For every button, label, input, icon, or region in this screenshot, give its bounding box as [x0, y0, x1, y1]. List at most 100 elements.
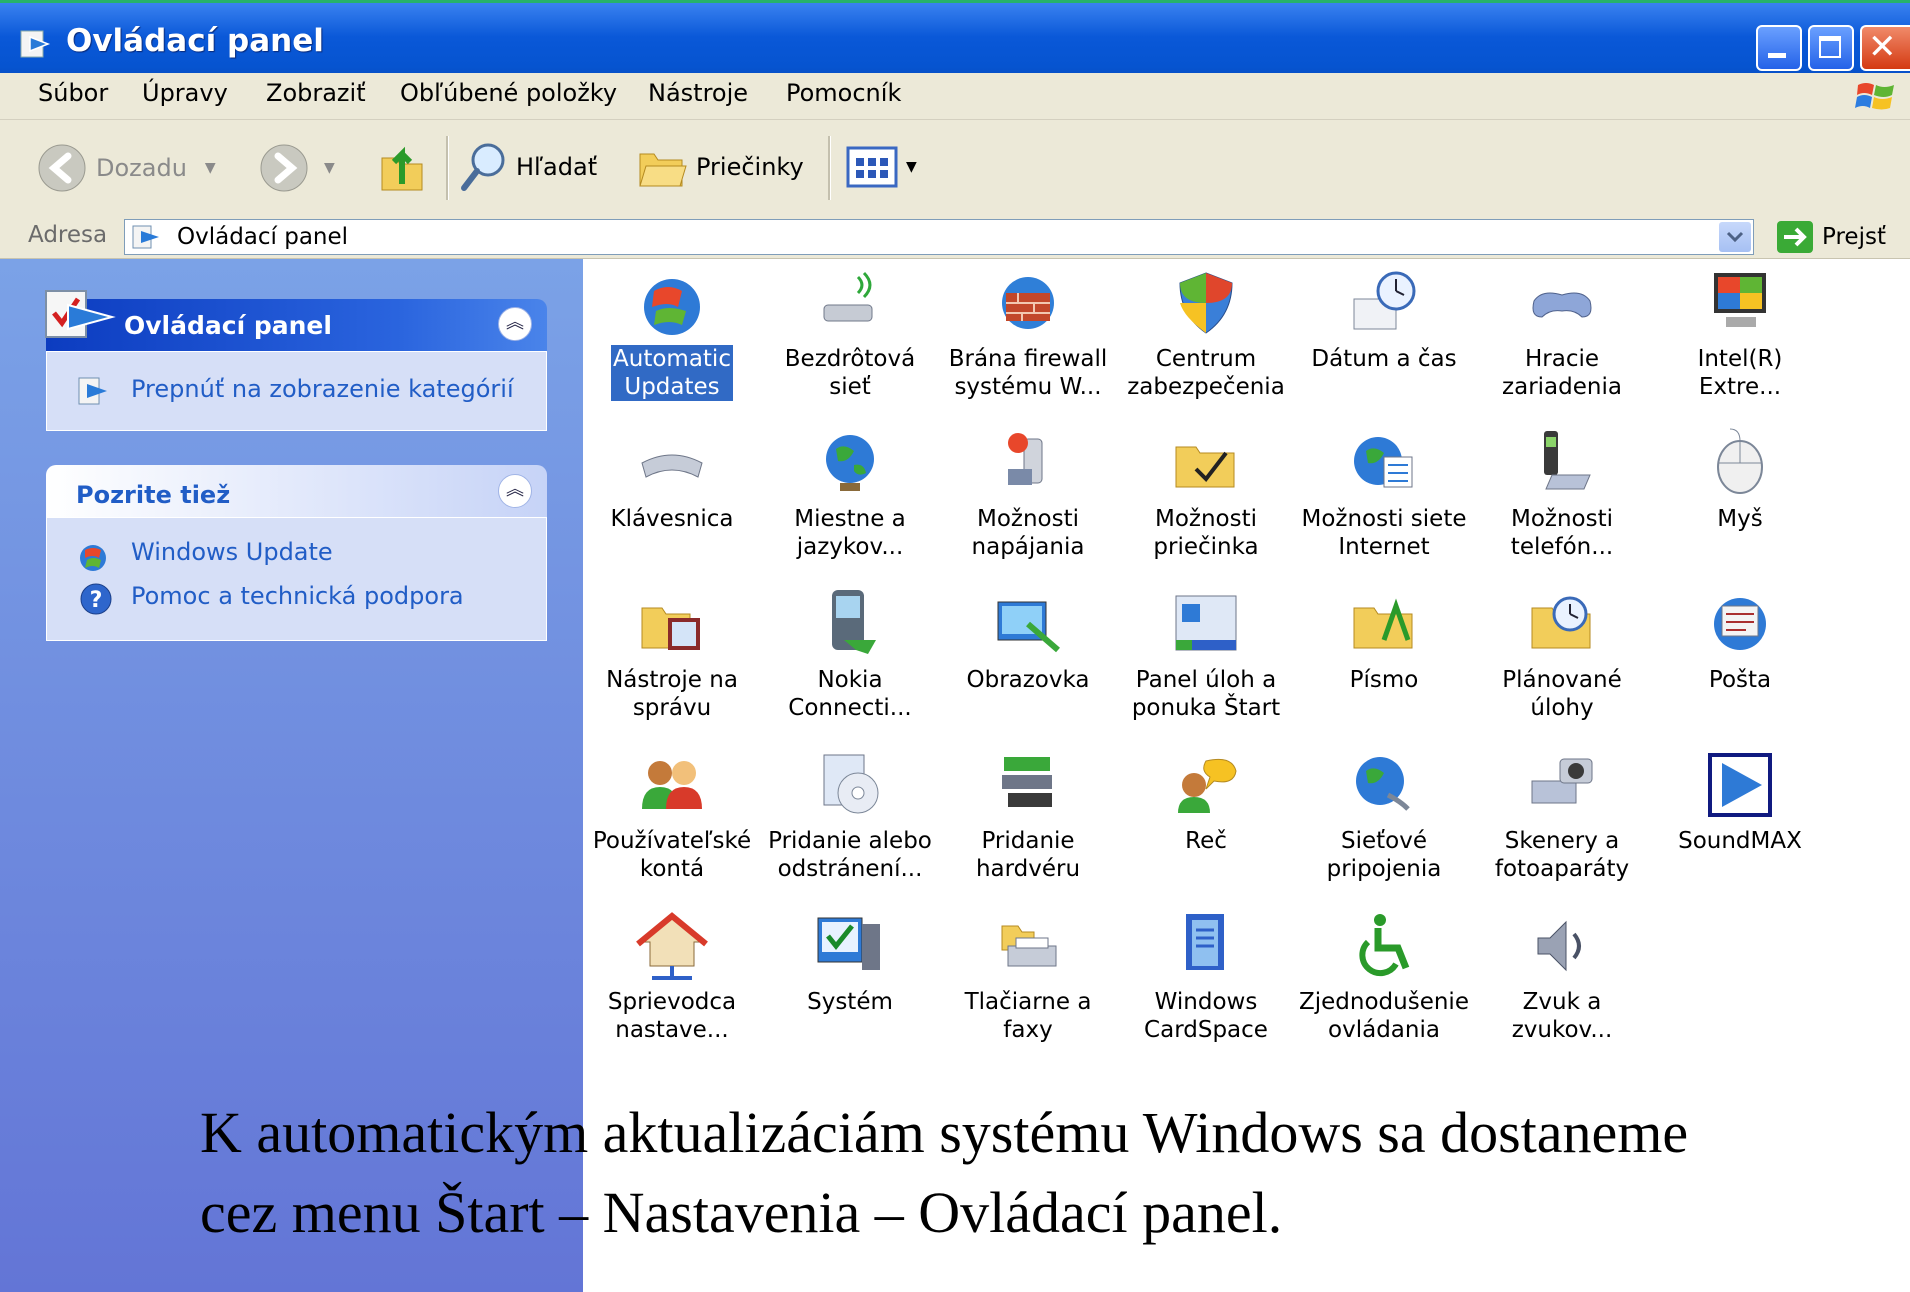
control-panel-box-body: Prepnúť na zobrazenie kategórií: [46, 351, 547, 431]
control-panel-item[interactable]: Hracie zariadenia: [1473, 263, 1651, 401]
back-arrow-icon: [38, 144, 86, 192]
close-button[interactable]: ✕: [1860, 25, 1910, 71]
control-panel-item[interactable]: Brána firewall systému W...: [939, 263, 1117, 401]
views-button[interactable]: ▼: [846, 146, 917, 188]
control-panel-item[interactable]: Zjednodušenie ovládania: [1295, 906, 1473, 1044]
control-panel-item[interactable]: Nokia Connecti...: [761, 584, 939, 722]
folders-button[interactable]: Priečinky: [636, 142, 804, 192]
forward-dropdown-icon[interactable]: ▼: [324, 160, 335, 176]
back-dropdown-icon[interactable]: ▼: [205, 160, 216, 176]
menu-bar: Súbor Úpravy Zobraziť Obľúbené položky N…: [0, 73, 1910, 120]
views-dropdown-icon: ▼: [906, 159, 917, 175]
address-dropdown-button[interactable]: [1719, 222, 1751, 252]
control-panel-item[interactable]: Intel(R) Extre...: [1651, 263, 1829, 401]
control-panel-item[interactable]: Plánované úlohy: [1473, 584, 1651, 722]
back-button[interactable]: Dozadu ▼: [36, 142, 216, 194]
item-label: Nokia Connecti...: [788, 667, 912, 721]
menu-tools[interactable]: Nástroje: [648, 79, 748, 107]
menu-favorites[interactable]: Obľúbené položky: [400, 79, 617, 107]
control-panel-item[interactable]: Možnosti telefón...: [1473, 423, 1651, 561]
control-panel-item[interactable]: Pridanie alebo odstránení...: [761, 745, 939, 883]
item-label: Nástroje na správu: [606, 667, 738, 721]
control-panel-large-icon: [45, 290, 116, 338]
power-options-icon: [988, 423, 1068, 503]
display-icon: [988, 584, 1068, 664]
help-icon: ?: [80, 583, 112, 615]
item-label: Systém: [807, 989, 893, 1015]
control-panel-item[interactable]: Myš: [1651, 423, 1829, 533]
control-panel-item[interactable]: Písmo: [1295, 584, 1473, 694]
control-panel-item[interactable]: Windows CardSpace: [1117, 906, 1295, 1044]
switch-to-category-view-link[interactable]: Prepnúť na zobrazenie kategórií: [131, 375, 514, 403]
address-field[interactable]: Ovládací panel: [124, 219, 1754, 255]
item-label: Tlačiarne a faxy: [964, 989, 1092, 1043]
control-panel-item[interactable]: Klávesnica: [583, 423, 761, 533]
firewall-icon: [988, 263, 1068, 343]
control-panel-item[interactable]: Pridanie hardvéru: [939, 745, 1117, 883]
item-label: Miestne a jazykov...: [794, 506, 906, 560]
intel-graphics-icon: [1700, 263, 1780, 343]
control-panel-item[interactable]: Sieťové pripojenia: [1295, 745, 1473, 883]
control-panel-item[interactable]: Tlačiarne a faxy: [939, 906, 1117, 1044]
item-label: Písmo: [1349, 667, 1419, 693]
item-label: Plánované úlohy: [1502, 667, 1622, 721]
control-panel-item[interactable]: SoundMAX: [1651, 745, 1829, 855]
menu-file[interactable]: Súbor: [38, 79, 108, 107]
collapse-icon[interactable]: ︽: [498, 474, 532, 508]
windows-update-link[interactable]: Windows Update: [131, 538, 333, 566]
control-panel-item[interactable]: Reč: [1117, 745, 1295, 855]
mail-icon: [1700, 584, 1780, 664]
admin-tools-icon: [632, 584, 712, 664]
windows-logo-icon: [1855, 83, 1894, 110]
control-panel-item[interactable]: Pošta: [1651, 584, 1829, 694]
phone-modem-icon: [1522, 423, 1602, 503]
control-panel-item[interactable]: Skenery a fotoaparáty: [1473, 745, 1651, 883]
menu-view[interactable]: Zobraziť: [266, 79, 366, 107]
chevron-down-icon: [1726, 231, 1744, 243]
item-label: Dátum a čas: [1311, 346, 1457, 372]
control-panel-item[interactable]: Systém: [761, 906, 939, 1016]
item-label: Možnosti siete Internet: [1301, 506, 1467, 560]
folders-icon: [639, 153, 687, 187]
item-label: SoundMAX: [1678, 828, 1802, 854]
search-button[interactable]: Hľadať: [458, 140, 597, 194]
item-label: Klávesnica: [610, 506, 734, 532]
control-panel-item[interactable]: Automatic Updates: [583, 263, 761, 401]
control-panel-item[interactable]: Bezdrôtová sieť: [761, 263, 939, 401]
control-panel-item[interactable]: Možnosti napájania: [939, 423, 1117, 561]
scheduled-tasks-icon: [1522, 584, 1602, 664]
control-panel-item[interactable]: Zvuk a zvukov...: [1473, 906, 1651, 1044]
collapse-icon[interactable]: ︽: [498, 307, 532, 341]
control-panel-item[interactable]: Možnosti priečinka: [1117, 423, 1295, 561]
item-label: Bezdrôtová sieť: [784, 346, 916, 400]
control-panel-box-title: Ovládací panel: [124, 311, 332, 340]
go-button[interactable]: Prejsť: [1776, 220, 1886, 254]
maximize-button[interactable]: [1808, 25, 1854, 71]
control-panel-item[interactable]: Nástroje na správu: [583, 584, 761, 722]
item-label: Zjednodušenie ovládania: [1299, 989, 1469, 1043]
control-panel-item[interactable]: Centrum zabezpečenia: [1117, 263, 1295, 401]
control-panel-box-header[interactable]: Ovládací panel ︽: [45, 290, 547, 351]
caption-line-1: K automatickým aktualizáciám systému Win…: [200, 1100, 1689, 1165]
up-folder-icon[interactable]: [378, 140, 428, 194]
item-label: Centrum zabezpečenia: [1127, 346, 1285, 400]
control-panel-item[interactable]: Dátum a čas: [1295, 263, 1473, 373]
minimize-button[interactable]: [1756, 25, 1802, 71]
search-icon: [461, 143, 505, 191]
control-panel-item[interactable]: Možnosti siete Internet: [1295, 423, 1473, 561]
menu-help[interactable]: Pomocník: [786, 79, 901, 107]
control-panel-item[interactable]: Obrazovka: [939, 584, 1117, 694]
help-and-support-link[interactable]: Pomoc a technická podpora: [131, 582, 464, 610]
control-panel-item[interactable]: Sprievodca nastave...: [583, 906, 761, 1044]
menu-edit[interactable]: Úpravy: [142, 79, 228, 107]
see-also-box-header[interactable]: Pozrite tiež ︽: [46, 465, 547, 517]
views-icon: [846, 146, 898, 188]
go-label: Prejsť: [1822, 224, 1886, 250]
forward-button[interactable]: ▼: [258, 142, 335, 194]
control-panel-item[interactable]: Používateľské kontá: [583, 745, 761, 883]
control-panel-item[interactable]: Miestne a jazykov...: [761, 423, 939, 561]
toolbar: Dozadu ▼ ▼ Hľadať Priečinky ▼: [0, 120, 1910, 217]
control-panel-item[interactable]: Panel úloh a ponuka Štart: [1117, 584, 1295, 722]
nokia-phone-icon: [810, 584, 890, 664]
game-controller-icon: [1522, 263, 1602, 343]
